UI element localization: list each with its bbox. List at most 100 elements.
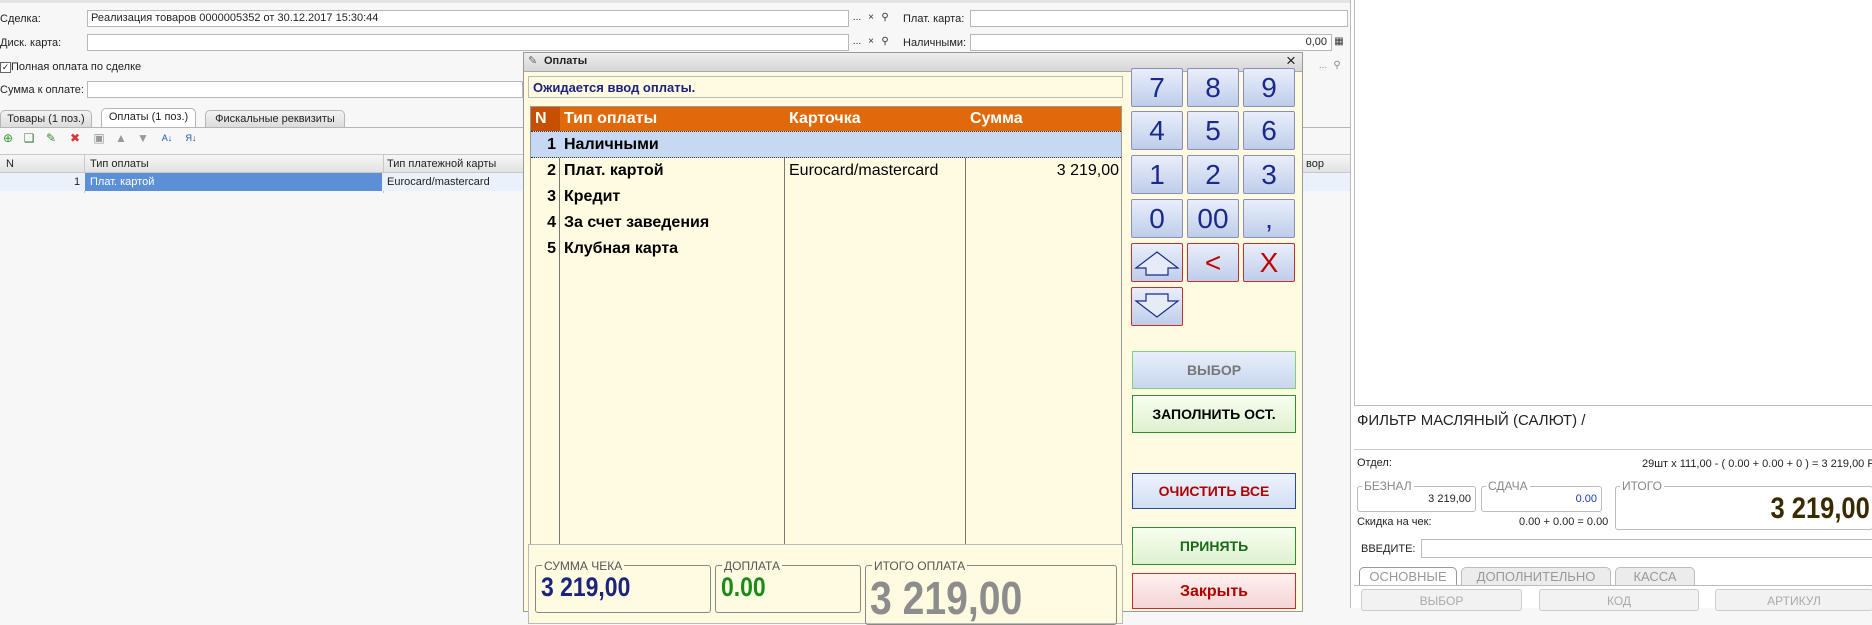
- grid-row-card: Eurocard/mastercard: [387, 176, 490, 188]
- delete-icon[interactable]: ✖: [68, 131, 82, 145]
- itogo-label: ИТОГО: [1620, 479, 1664, 493]
- row-type: Плат. картой: [564, 162, 664, 179]
- sdacha-value: 0.00: [1575, 493, 1597, 505]
- tab-payments[interactable]: Оплаты (1 поз.): [101, 108, 196, 127]
- key-comma[interactable]: ,: [1243, 199, 1295, 238]
- move-up-icon[interactable]: ▲: [114, 131, 128, 145]
- beznal-box: БЕЗНАЛ 3 219,00: [1357, 479, 1476, 512]
- key-3[interactable]: 3: [1243, 155, 1295, 194]
- cash-field[interactable]: 0,00: [970, 34, 1332, 51]
- payments-dialog: ✎ Оплаты × Ожидается ввод оплаты. N Тип …: [523, 51, 1303, 625]
- totals-panel: СУММА ЧЕКА 3 219,00 ДОПЛАТА 0.00 ИТОГО О…: [528, 544, 1123, 625]
- deal-clear-icon[interactable]: ×: [865, 11, 877, 25]
- tab-additional[interactable]: ДОПОЛНИТЕЛЬНО: [1461, 567, 1611, 585]
- disc-card-label: Диск. карта:: [0, 37, 62, 49]
- tab-fiscal[interactable]: Фискальные реквизиты: [205, 110, 345, 127]
- sort-asc-icon[interactable]: A↓: [160, 131, 174, 145]
- key-0[interactable]: 0: [1131, 199, 1183, 238]
- sum-check-value: 3 219,00: [541, 572, 631, 602]
- product-name: ФИЛЬТР МАСЛЯНЫЙ (САЛЮТ) /: [1357, 412, 1586, 429]
- grid-row-n: 1: [74, 176, 81, 188]
- edit-icon[interactable]: ✎: [44, 131, 58, 145]
- clear-all-button[interactable]: ОЧИСТИТЬ ВСЕ: [1132, 473, 1296, 509]
- cash-label: Наличными:: [903, 37, 967, 49]
- sum-check-label: СУММА ЧЕКА: [542, 559, 625, 573]
- tab-kassa[interactable]: КАССА: [1615, 567, 1695, 585]
- save-icon[interactable]: ▣: [92, 131, 106, 145]
- search-icon[interactable]: ⚲: [1331, 59, 1343, 73]
- ellipsis-button[interactable]: ...: [1317, 59, 1329, 73]
- copy-icon[interactable]: ❏: [22, 131, 36, 145]
- header-sum[interactable]: Сумма: [966, 107, 1121, 131]
- header-card[interactable]: Карточка: [785, 107, 966, 131]
- key-clear[interactable]: X: [1243, 243, 1295, 282]
- row-sum: [968, 210, 1119, 236]
- key-00[interactable]: 00: [1187, 199, 1239, 238]
- tab-basic[interactable]: ОСНОВНЫЕ: [1359, 567, 1457, 585]
- key-5[interactable]: 5: [1187, 111, 1239, 150]
- row-type: Кредит: [564, 188, 621, 205]
- table-row[interactable]: 1 Наличными: [531, 131, 1121, 158]
- deal-select-button[interactable]: ...: [851, 11, 863, 25]
- product-name-underline: [1354, 449, 1872, 450]
- grid-header-card-type[interactable]: Тип платежной карты: [387, 157, 496, 171]
- deal-search-icon[interactable]: ⚲: [879, 11, 891, 25]
- key-up[interactable]: [1131, 243, 1183, 282]
- full-payment-checkbox[interactable]: ✓: [0, 62, 11, 73]
- discount-label: Скидка на чек:: [1357, 516, 1432, 528]
- move-down-icon[interactable]: ▼: [136, 131, 150, 145]
- key-6[interactable]: 6: [1243, 111, 1295, 150]
- accept-button[interactable]: ПРИНЯТЬ: [1132, 527, 1296, 565]
- plat-card-field[interactable]: [970, 10, 1348, 27]
- dept-label: Отдел:: [1357, 457, 1392, 469]
- key-1[interactable]: 1: [1131, 155, 1183, 194]
- key-9[interactable]: 9: [1243, 68, 1295, 107]
- right-panel: ФИЛЬТР МАСЛЯНЫЙ (САЛЮТ) / Отдел: 29шт x …: [1350, 0, 1872, 611]
- deal-field[interactable]: Реализация товаров 0000005352 от 30.12.2…: [87, 10, 849, 27]
- key-8[interactable]: 8: [1187, 68, 1239, 107]
- grid-header-contract[interactable]: вор: [1306, 157, 1324, 171]
- close-button[interactable]: Закрыть: [1132, 573, 1296, 609]
- header-n[interactable]: N: [531, 107, 560, 131]
- dialog-title: Оплаты: [544, 55, 588, 67]
- total-value: 3 219,00: [870, 572, 1023, 624]
- dialog-titlebar[interactable]: ✎ Оплаты ×: [524, 51, 1302, 72]
- key-backspace[interactable]: <: [1187, 243, 1239, 282]
- select-button[interactable]: ВЫБОР: [1132, 351, 1296, 389]
- grid-header-n[interactable]: N: [6, 157, 14, 171]
- deal-label: Сделка:: [0, 13, 41, 25]
- header-type[interactable]: Тип оплаты: [560, 107, 785, 131]
- key-down[interactable]: [1131, 287, 1183, 326]
- calc-line: 29шт x 111,00 - ( 0.00 + 0.00 + 0 ) = 3 …: [1642, 458, 1872, 470]
- table-row[interactable]: 4 За счет заведения: [531, 210, 1121, 236]
- full-payment-label: Полная оплата по сделке: [11, 61, 142, 73]
- row-n: 3: [547, 188, 556, 205]
- right-panel-upper: [1354, 0, 1872, 406]
- sum-to-pay-field[interactable]: [87, 81, 523, 98]
- key-4[interactable]: 4: [1131, 111, 1183, 150]
- extra-value: 0.00: [721, 572, 766, 602]
- fill-remainder-button[interactable]: ЗАПОЛНИТЬ ОСТ.: [1132, 395, 1296, 433]
- grid-header-type[interactable]: Тип оплаты: [90, 157, 149, 171]
- sort-desc-icon[interactable]: Я↓: [184, 131, 198, 145]
- table-row[interactable]: 2 Плат. картой Eurocard/mastercard 3 219…: [531, 158, 1121, 184]
- status-bar: Ожидается ввод оплаты.: [528, 76, 1123, 98]
- row-type: Клубная карта: [564, 240, 679, 257]
- window-icon: ✎: [528, 55, 538, 67]
- disc-card-search-icon[interactable]: ⚲: [879, 35, 891, 49]
- arrow-up-icon: [1134, 251, 1180, 276]
- sdacha-box: СДАЧА 0.00: [1481, 479, 1602, 512]
- calculator-icon[interactable]: ▦: [1333, 35, 1345, 49]
- tab-goods[interactable]: Товары (1 поз.): [0, 110, 92, 127]
- key-2[interactable]: 2: [1187, 155, 1239, 194]
- table-row[interactable]: 3 Кредит: [531, 184, 1121, 210]
- discount-value: 0.00 + 0.00 = 0.00: [1519, 516, 1609, 528]
- table-row[interactable]: 5 Клубная карта: [531, 236, 1121, 262]
- disc-card-field[interactable]: [87, 34, 849, 51]
- row-card: Eurocard/mastercard: [789, 162, 939, 179]
- add-icon[interactable]: ⊕: [1, 131, 15, 145]
- disc-card-clear-icon[interactable]: ×: [865, 35, 877, 49]
- disc-card-select-button[interactable]: ...: [851, 35, 863, 49]
- input-field[interactable]: [1421, 539, 1872, 558]
- key-7[interactable]: 7: [1131, 68, 1183, 107]
